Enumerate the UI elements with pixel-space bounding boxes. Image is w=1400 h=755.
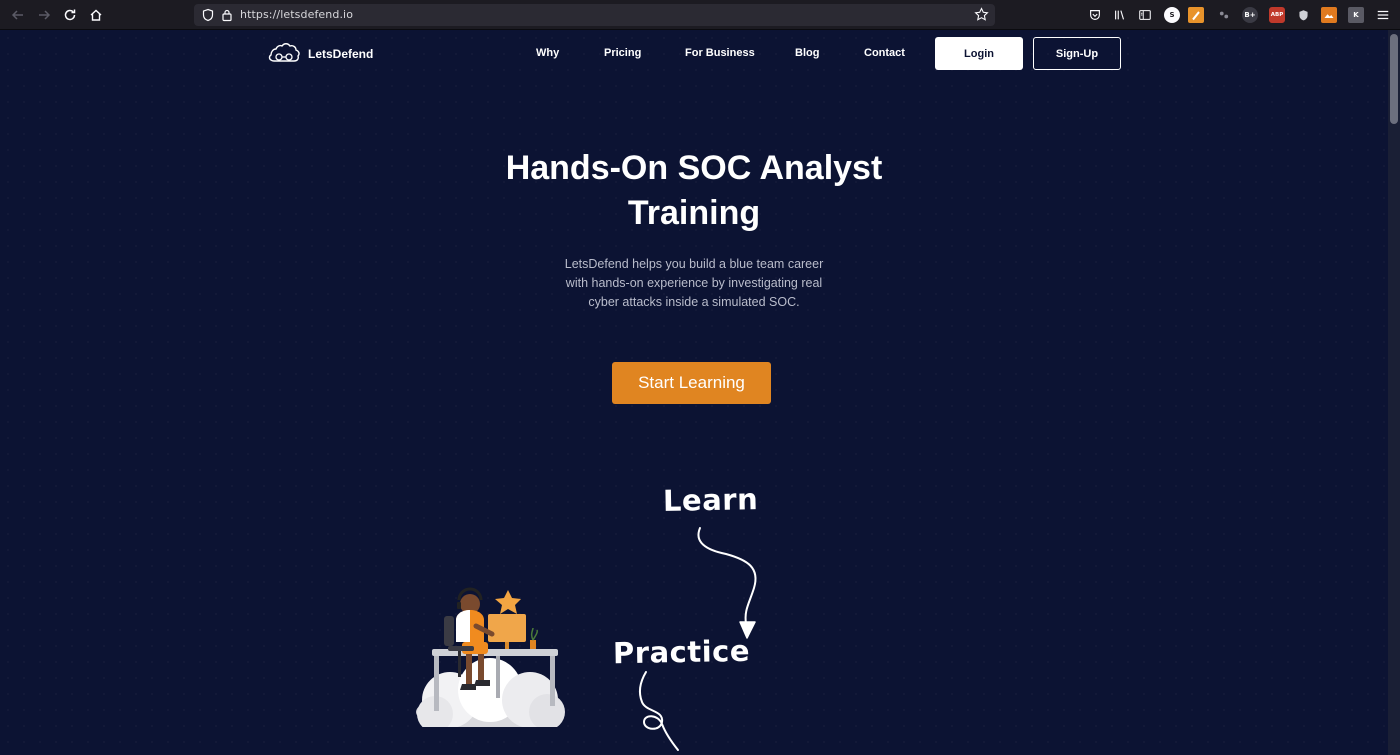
practice-label: Practice (612, 633, 751, 671)
browser-toolbar: https://letsdefend.io S B+ ABP K (0, 0, 1400, 30)
abp-icon[interactable]: ABP (1269, 7, 1285, 23)
b-plus-icon[interactable]: B+ (1242, 7, 1258, 23)
letsdefend-logo-icon (268, 43, 300, 62)
lock-icon[interactable] (221, 8, 233, 22)
logo-text: LetsDefend (308, 47, 374, 61)
wappalyzer-icon[interactable] (1216, 7, 1232, 23)
hero-subtitle-line-2: with hands-on experience by investigatin… (565, 276, 823, 290)
learn-label: Learn (662, 482, 759, 518)
hero-subtitle: LetsDefend helps you build a blue team c… (540, 255, 848, 312)
stylus-icon[interactable] (1188, 7, 1204, 23)
back-arrow-icon (11, 10, 23, 20)
library-icon[interactable] (1112, 7, 1128, 23)
pocket-icon[interactable] (1087, 7, 1103, 23)
login-button[interactable]: Login (935, 37, 1023, 70)
tracking-protection-icon[interactable] (201, 8, 215, 22)
forward-arrow-icon (39, 10, 51, 20)
address-bar[interactable]: https://letsdefend.io (194, 4, 995, 26)
hero-subtitle-line-1: LetsDefend helps you build a blue team c… (564, 257, 824, 271)
logo[interactable]: LetsDefend (268, 41, 373, 67)
s-badge-icon[interactable]: S (1164, 7, 1180, 23)
hero-subtitle-line-3: cyber attacks inside a simulated SOC. (588, 295, 800, 309)
back-button[interactable] (8, 5, 28, 25)
reload-icon (64, 9, 76, 21)
forward-button[interactable] (34, 5, 54, 25)
sidebar-icon[interactable] (1137, 7, 1153, 23)
reload-button[interactable] (60, 5, 80, 25)
k-ext-icon[interactable]: K (1348, 7, 1364, 23)
scrollbar-thumb[interactable] (1390, 34, 1398, 124)
bookmark-star-icon[interactable] (974, 7, 989, 22)
start-learning-button[interactable]: Start Learning (612, 362, 771, 404)
signup-button[interactable]: Sign-Up (1033, 37, 1121, 70)
url-text[interactable]: https://letsdefend.io (240, 8, 353, 21)
page-scrollbar[interactable] (1388, 30, 1400, 755)
nav-for-business[interactable]: For Business (685, 47, 755, 59)
nav-why[interactable]: Why (536, 47, 559, 59)
nav-pricing[interactable]: Pricing (604, 47, 641, 59)
nav-contact[interactable]: Contact (864, 47, 905, 59)
image-ext-icon[interactable] (1321, 7, 1337, 23)
home-button[interactable] (86, 5, 106, 25)
analyst-illustration (416, 587, 565, 727)
menu-icon[interactable] (1375, 7, 1391, 23)
shield-ext-icon[interactable] (1295, 7, 1311, 23)
hero-title-line-2: Training (627, 194, 761, 232)
squiggle-arrow-practice (638, 671, 679, 751)
hero-title: Hands-On SOC Analyst Training (420, 146, 968, 236)
page: LetsDefend Why Pricing For Business Blog… (0, 30, 1388, 755)
monitor-shape (488, 590, 526, 649)
hero-title-line-1: Hands-On SOC Analyst (505, 149, 883, 187)
squiggle-arrow-learn (697, 527, 757, 639)
home-icon (90, 9, 102, 21)
nav-blog[interactable]: Blog (795, 47, 819, 59)
